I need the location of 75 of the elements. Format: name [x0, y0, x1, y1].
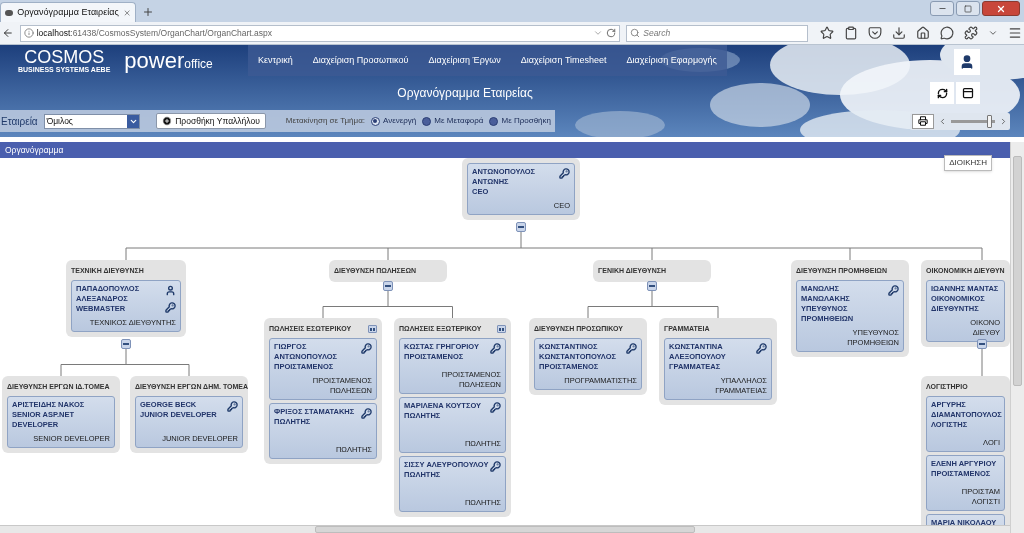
close-icon[interactable] [122, 7, 131, 18]
key-icon[interactable] [165, 302, 176, 313]
key-icon[interactable] [756, 343, 767, 354]
nav-link[interactable]: Διαχείριση Έργων [428, 53, 501, 68]
person-icon[interactable] [165, 285, 176, 296]
radio-option[interactable]: Ανενεργή [371, 115, 417, 127]
nav-link[interactable]: Διαχείριση Εφαρμογής [626, 53, 717, 68]
print-icon [918, 116, 928, 126]
radio-option[interactable]: Με Προσθήκη [489, 115, 551, 127]
pocket-icon[interactable] [868, 26, 882, 40]
horizontal-scrollbar[interactable] [0, 525, 1010, 533]
nav-link[interactable]: Κεντρική [258, 53, 293, 68]
chat-icon[interactable] [940, 26, 954, 40]
page-icon [5, 9, 14, 16]
window-icon [962, 87, 974, 99]
add-employee-button[interactable]: Προσθήκη Υπαλλήλου [156, 113, 266, 129]
company-label: Εταιρεία [1, 114, 38, 129]
key-icon[interactable] [626, 343, 637, 354]
print-button[interactable] [912, 113, 934, 129]
panel-title: Οργανόγραμμα [5, 143, 64, 157]
close-icon [996, 3, 1006, 14]
refresh-icon [936, 87, 948, 99]
user-button[interactable] [954, 48, 980, 75]
collapse-toggle[interactable] [383, 281, 393, 291]
zoom-slider-thumb[interactable] [986, 114, 992, 128]
address-field[interactable]: localhost:61438/CosmosSystem/OrganChart/OrganChart.aspx [19, 24, 621, 42]
move-label: Μετακίνηση σε Τμήμα: [285, 115, 365, 127]
logo: COSMOS [24, 47, 105, 66]
browser-tab[interactable]: Οργανόγραμμα Εταιρείας [0, 2, 136, 22]
connector-line [981, 348, 983, 377]
zoom-in-icon[interactable] [999, 116, 1008, 126]
nav-link[interactable]: Διαχείριση Timesheet [520, 53, 607, 68]
vertical-scrollbar[interactable] [1010, 142, 1024, 533]
brand-name: poweroffice [124, 47, 213, 75]
page-title: Οργανόγραμμα Εταιρείας [397, 85, 533, 102]
zoom-out-icon[interactable] [938, 116, 947, 126]
key-icon[interactable] [888, 285, 899, 296]
key-icon[interactable] [559, 168, 570, 179]
window-button[interactable] [956, 82, 980, 104]
home-icon[interactable] [916, 26, 930, 40]
key-icon[interactable] [490, 461, 502, 472]
maximize-icon [964, 4, 972, 13]
key-icon[interactable] [490, 343, 501, 354]
company-select[interactable]: Όμιλος [43, 113, 141, 129]
expand-icon[interactable] [497, 325, 506, 333]
collapse-toggle[interactable] [121, 339, 131, 349]
info-icon [23, 28, 34, 38]
search-icon [630, 28, 641, 38]
key-icon[interactable] [490, 402, 501, 413]
tab-title: Οργανόγραμμα Εταιρείας [17, 5, 119, 19]
nav-link[interactable]: Διαχείριση Προσωπικού [312, 53, 409, 68]
refresh-button[interactable] [930, 82, 954, 104]
key-icon[interactable] [227, 401, 238, 412]
clipboard-icon[interactable] [844, 26, 858, 40]
back-icon[interactable] [2, 27, 14, 39]
radio-option[interactable]: Με Μεταφορά [422, 115, 484, 127]
close-button[interactable] [982, 1, 1020, 16]
menu-icon[interactable] [1008, 26, 1022, 40]
reload-icon[interactable] [606, 28, 617, 38]
search-field[interactable]: Search [626, 24, 808, 42]
collapse-toggle[interactable] [647, 281, 657, 291]
key-icon[interactable] [361, 343, 372, 354]
user-icon [959, 53, 975, 70]
expand-icon[interactable] [368, 325, 377, 333]
collapse-toggle[interactable] [977, 339, 987, 349]
tooltip: ΔΙΟΙΚΗΣΗ [944, 155, 992, 171]
extension-icon[interactable] [964, 26, 978, 40]
download-icon[interactable] [892, 26, 906, 40]
new-tab-icon[interactable] [142, 6, 154, 18]
plus-icon [162, 116, 173, 126]
collapse-toggle[interactable] [516, 222, 526, 232]
bookmark-star-icon[interactable] [820, 26, 834, 40]
url-text: localhost:61438/CosmosSystem/OrganChart/OrganChart.aspx [36, 26, 273, 40]
key-icon[interactable] [361, 408, 372, 419]
caret-icon[interactable] [988, 28, 998, 38]
